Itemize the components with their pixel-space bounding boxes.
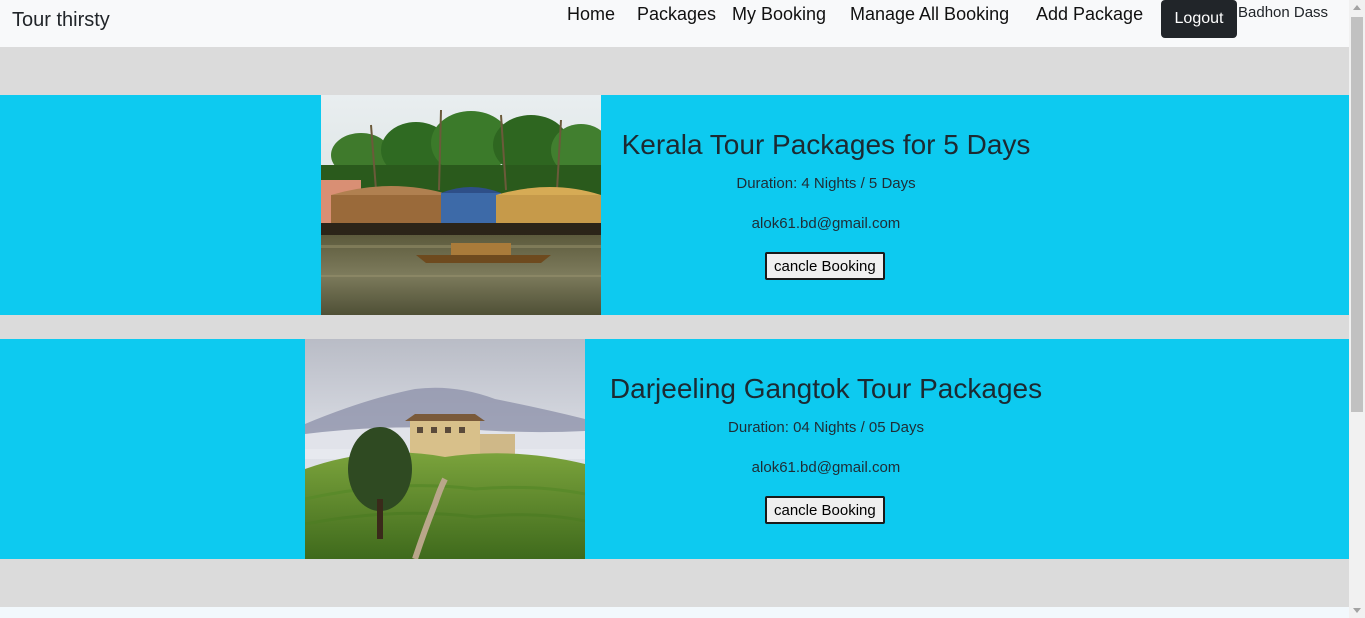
booking-info: Darjeeling Gangtok Tour Packages Duratio… — [591, 339, 1061, 559]
package-duration: Duration: 04 Nights / 05 Days — [728, 419, 924, 436]
user-name: Badhon Dass — [1238, 4, 1329, 21]
brand-logo[interactable]: Tour thirsty — [12, 9, 110, 32]
booking-info: Kerala Tour Packages for 5 Days Duration… — [591, 95, 1061, 315]
nav-link-my-booking[interactable]: My Booking — [732, 4, 826, 25]
cancel-booking-button[interactable]: cancle Booking — [765, 496, 885, 524]
scroll-down-icon[interactable] — [1353, 608, 1361, 613]
footer — [0, 607, 1349, 618]
booking-card: Darjeeling Gangtok Tour Packages Duratio… — [0, 339, 1349, 559]
vertical-scrollbar[interactable] — [1349, 0, 1365, 618]
booking-email: alok61.bd@gmail.com — [751, 459, 901, 476]
nav-link-manage-all-booking[interactable]: Manage All Booking — [850, 4, 1009, 25]
booking-email: alok61.bd@gmail.com — [751, 215, 901, 232]
package-title: Darjeeling Gangtok Tour Packages — [609, 373, 1043, 404]
package-title: Kerala Tour Packages for 5 Days — [621, 129, 1031, 160]
navbar: Tour thirsty Home Packages My Booking Ma… — [0, 0, 1349, 47]
page: Tour thirsty Home Packages My Booking Ma… — [0, 0, 1365, 618]
nav-link-home[interactable]: Home — [567, 4, 615, 25]
darjeeling-tea-garden-image — [305, 339, 585, 559]
package-duration: Duration: 4 Nights / 5 Days — [736, 175, 916, 192]
scroll-up-icon[interactable] — [1353, 5, 1361, 10]
logout-button[interactable]: Logout — [1161, 0, 1237, 38]
booking-card: Kerala Tour Packages for 5 Days Duration… — [0, 95, 1349, 315]
nav-link-packages[interactable]: Packages — [637, 4, 716, 25]
scrollbar-thumb[interactable] — [1351, 17, 1363, 412]
kerala-houseboat-image — [321, 95, 601, 315]
nav-link-add-package[interactable]: Add Package — [1036, 4, 1143, 25]
cancel-booking-button[interactable]: cancle Booking — [765, 252, 885, 280]
